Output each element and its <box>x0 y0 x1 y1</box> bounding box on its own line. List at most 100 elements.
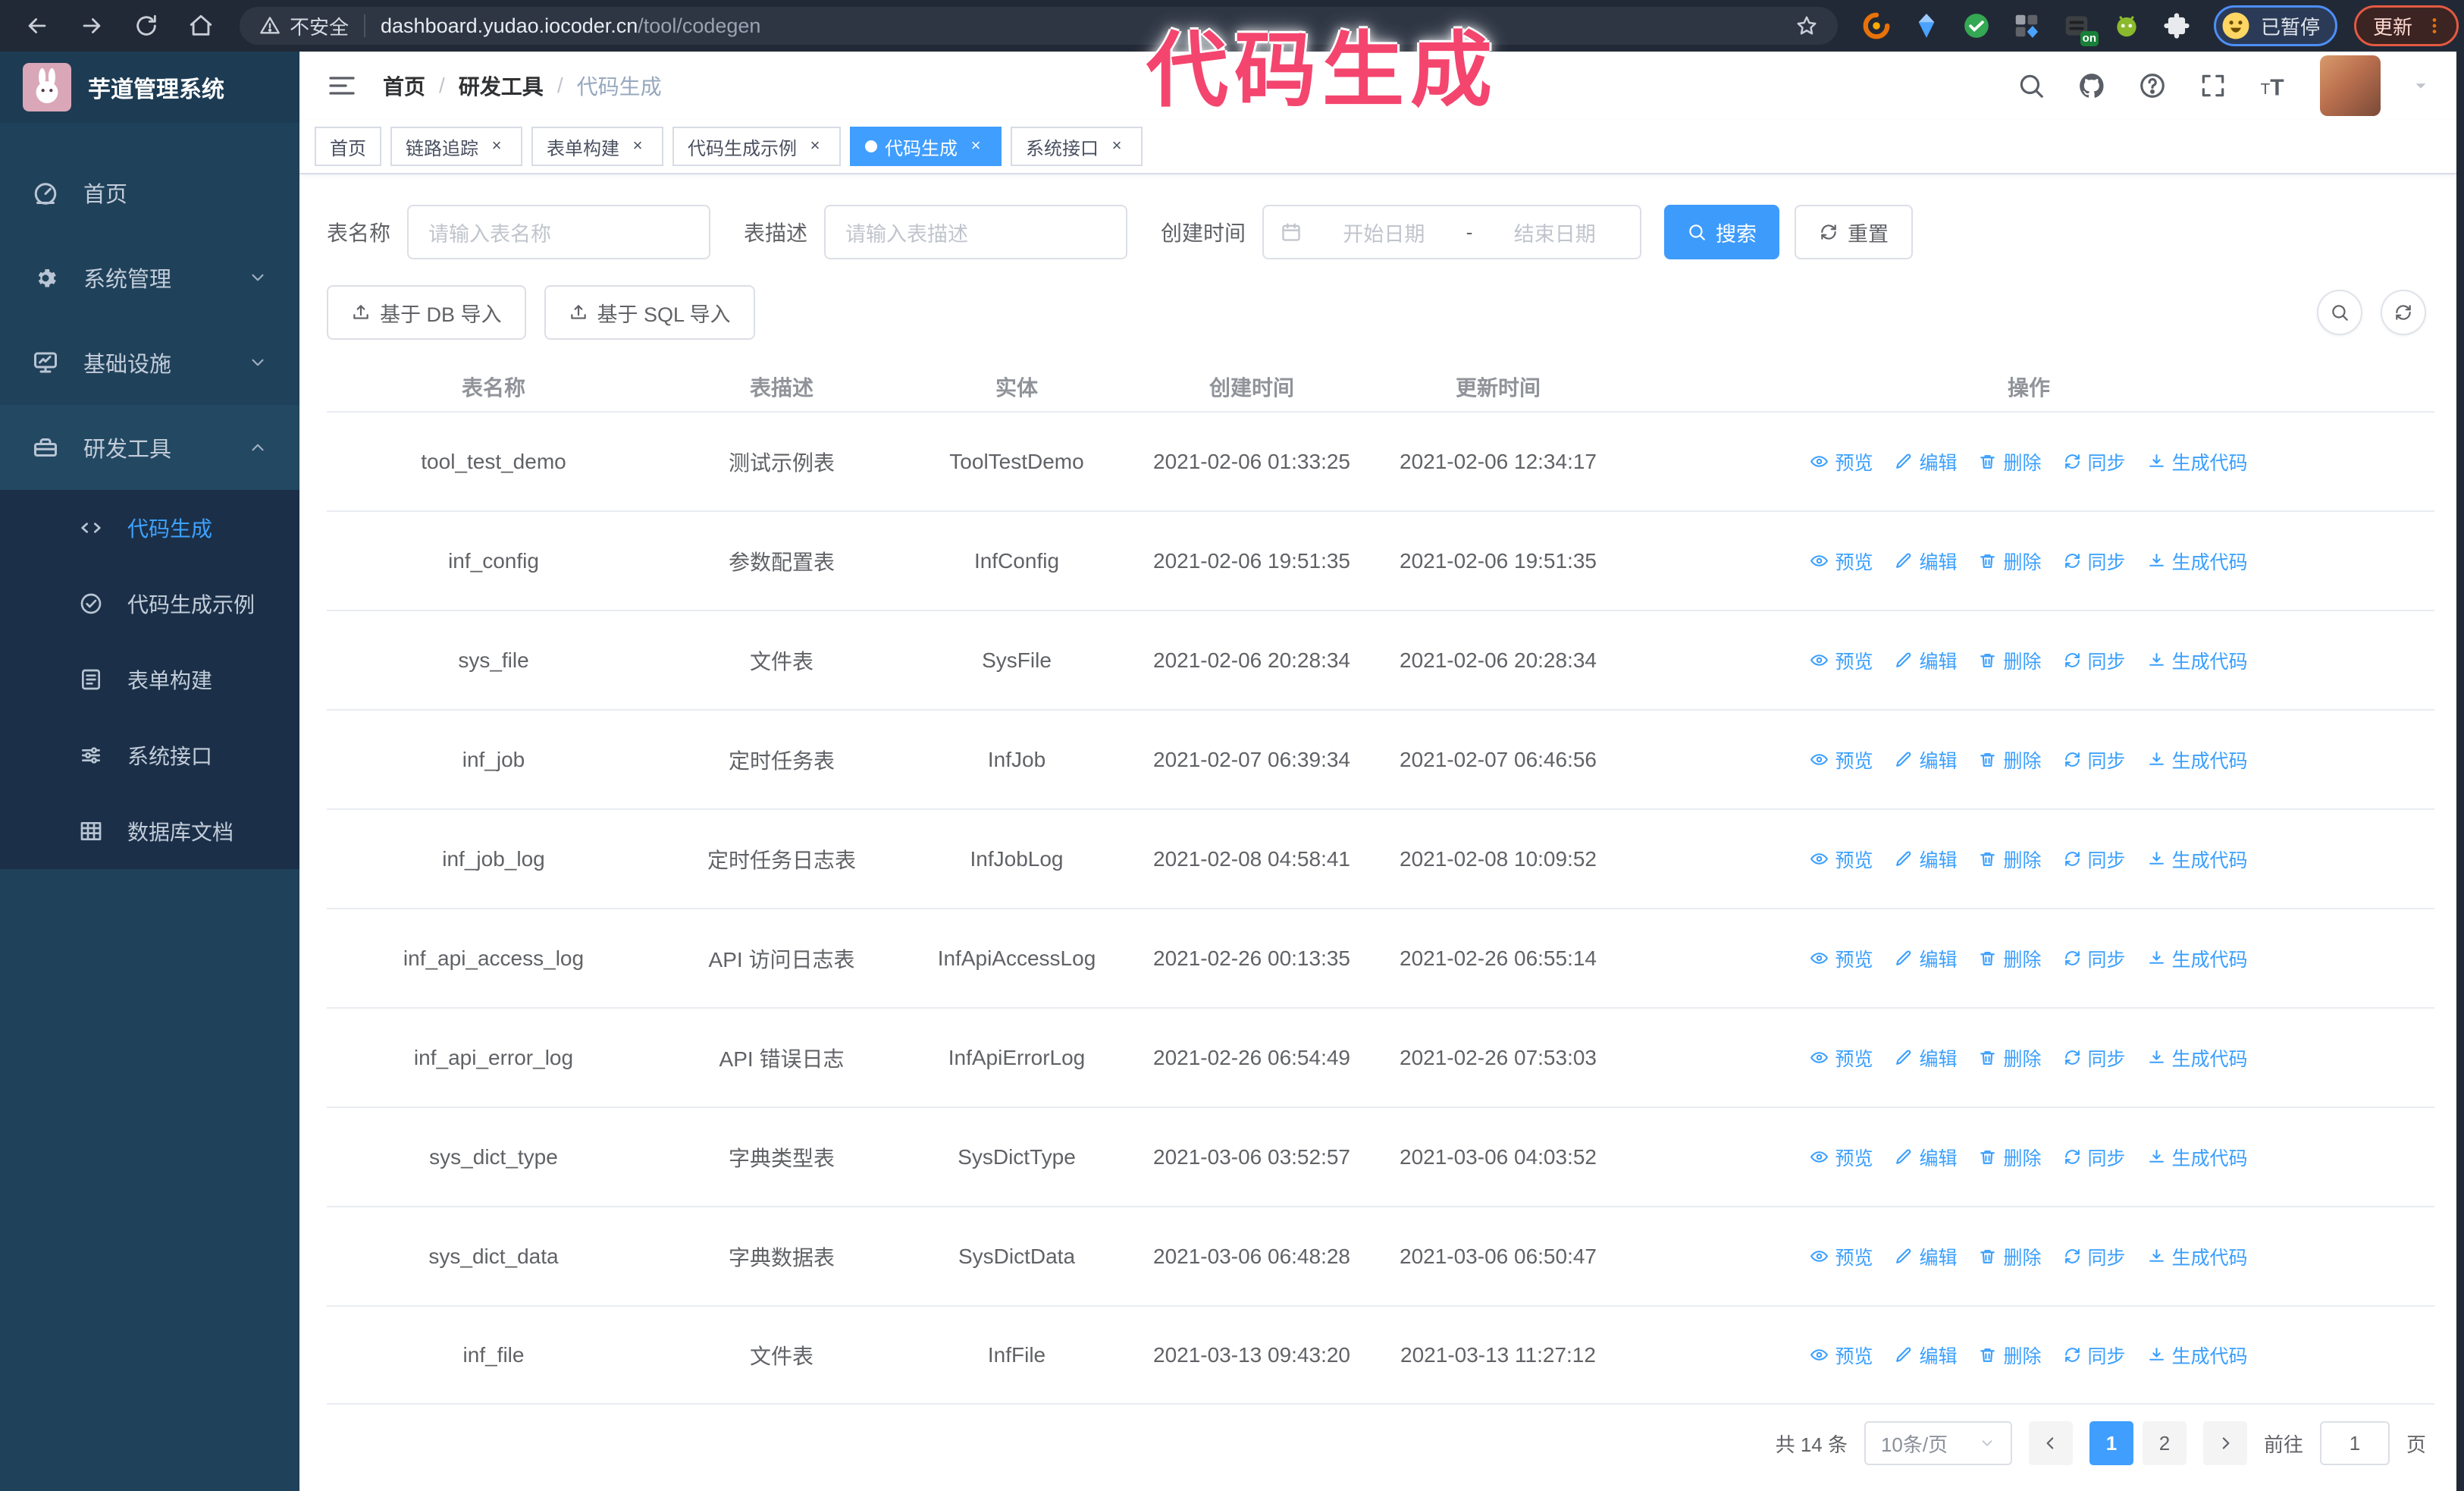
delete-link[interactable]: 删除 <box>1978 1144 2042 1171</box>
delete-link[interactable]: 删除 <box>1978 448 2042 476</box>
generate-code-link[interactable]: 生成代码 <box>2147 846 2248 873</box>
generate-code-link[interactable]: 生成代码 <box>2147 1044 2248 1072</box>
dark-extension-icon[interactable]: on <box>2059 8 2099 46</box>
page-size-select[interactable]: 10条/页 <box>1864 1421 2012 1465</box>
submenu-item-2[interactable]: 表单构建 <box>0 642 299 717</box>
generate-code-link[interactable]: 生成代码 <box>2147 548 2248 575</box>
sync-link[interactable]: 同步 <box>2063 1044 2126 1072</box>
tag-5[interactable]: 系统接口 × <box>1011 127 1143 166</box>
browser-forward-button[interactable] <box>71 5 112 46</box>
close-icon[interactable]: × <box>1106 136 1127 157</box>
preview-link[interactable]: 预览 <box>1810 1342 1873 1369</box>
close-icon[interactable]: × <box>965 136 986 157</box>
edit-link[interactable]: 编辑 <box>1894 1243 1957 1270</box>
sidebar-item-0[interactable]: 首页 <box>0 150 299 235</box>
search-button[interactable]: 搜索 <box>1664 205 1780 259</box>
preview-link[interactable]: 预览 <box>1810 1044 1873 1072</box>
browser-home-button[interactable] <box>180 5 221 46</box>
preview-link[interactable]: 预览 <box>1810 548 1873 575</box>
logo-link[interactable]: 芋道管理系统 <box>0 52 299 123</box>
preview-link[interactable]: 预览 <box>1810 647 1873 674</box>
delete-link[interactable]: 删除 <box>1978 746 2042 774</box>
create-time-range-picker[interactable]: 开始日期 - 结束日期 <box>1262 205 1642 259</box>
goto-page-input[interactable]: 1 <box>2319 1421 2390 1465</box>
preview-link[interactable]: 预览 <box>1810 846 1873 873</box>
page-button-1[interactable]: 1 <box>2089 1421 2133 1465</box>
toggle-search-button[interactable] <box>2317 290 2362 335</box>
submenu-item-3[interactable]: 系统接口 <box>0 717 299 793</box>
edit-link[interactable]: 编辑 <box>1894 647 1957 674</box>
edit-link[interactable]: 编辑 <box>1894 846 1957 873</box>
breadcrumb-tools[interactable]: 研发工具 <box>459 71 544 101</box>
edit-link[interactable]: 编辑 <box>1894 1342 1957 1369</box>
edit-link[interactable]: 编辑 <box>1894 1144 1957 1171</box>
delete-link[interactable]: 删除 <box>1978 1243 2042 1270</box>
submenu-item-0[interactable]: 代码生成 <box>0 490 299 566</box>
bookmark-star-icon[interactable] <box>1795 14 1818 37</box>
preview-link[interactable]: 预览 <box>1810 1243 1873 1270</box>
preview-link[interactable]: 预览 <box>1810 746 1873 774</box>
sidebar-item-2[interactable]: 基础设施 <box>0 320 299 405</box>
sync-link[interactable]: 同步 <box>2063 1243 2126 1270</box>
tag-0[interactable]: 首页 <box>315 127 381 166</box>
delete-link[interactable]: 删除 <box>1978 647 2042 674</box>
close-icon[interactable]: × <box>804 136 826 157</box>
table-desc-input[interactable]: 请输入表描述 <box>824 205 1128 259</box>
refresh-table-button[interactable] <box>2381 290 2426 335</box>
browser-menu-icon[interactable] <box>2425 16 2444 36</box>
orange-swirl-extension-icon[interactable] <box>1859 8 1894 43</box>
green-check-extension-icon[interactable] <box>1959 8 1994 43</box>
generate-code-link[interactable]: 生成代码 <box>2147 1144 2248 1171</box>
tag-4[interactable]: 代码生成 × <box>850 127 1002 166</box>
sidebar-item-3[interactable]: 研发工具 <box>0 405 299 490</box>
edit-link[interactable]: 编辑 <box>1894 548 1957 575</box>
generate-code-link[interactable]: 生成代码 <box>2147 945 2248 972</box>
table-name-input[interactable]: 请输入表名称 <box>407 205 711 259</box>
address-bar[interactable]: 不安全 dashboard.yudao.iocoder.cn/tool/code… <box>240 7 1838 45</box>
grid-extension-icon[interactable] <box>2009 8 2044 43</box>
delete-link[interactable]: 删除 <box>1978 1044 2042 1072</box>
header-search-icon[interactable] <box>2017 71 2045 100</box>
generate-code-link[interactable]: 生成代码 <box>2147 1342 2248 1369</box>
prev-page-button[interactable] <box>2028 1421 2073 1465</box>
sync-link[interactable]: 同步 <box>2063 548 2126 575</box>
delete-link[interactable]: 删除 <box>1978 1342 2042 1369</box>
submenu-item-4[interactable]: 数据库文档 <box>0 793 299 869</box>
sync-link[interactable]: 同步 <box>2063 1144 2126 1171</box>
github-icon[interactable] <box>2077 71 2106 100</box>
scrollbar[interactable] <box>2456 52 2464 1491</box>
edit-link[interactable]: 编辑 <box>1894 945 1957 972</box>
generate-code-link[interactable]: 生成代码 <box>2147 1243 2248 1270</box>
delete-link[interactable]: 删除 <box>1978 548 2042 575</box>
browser-back-button[interactable] <box>17 5 58 46</box>
sync-link[interactable]: 同步 <box>2063 846 2126 873</box>
import-sql-button[interactable]: 基于 SQL 导入 <box>544 285 755 340</box>
sidebar-toggle-button[interactable] <box>327 71 357 101</box>
preview-link[interactable]: 预览 <box>1810 448 1873 476</box>
edit-link[interactable]: 编辑 <box>1894 448 1957 476</box>
tag-1[interactable]: 链路追踪 × <box>390 127 522 166</box>
tag-3[interactable]: 代码生成示例 × <box>672 127 841 166</box>
generate-code-link[interactable]: 生成代码 <box>2147 746 2248 774</box>
close-icon[interactable]: × <box>627 136 648 157</box>
browser-profile-chip[interactable]: 已暂停 <box>2214 5 2338 46</box>
preview-link[interactable]: 预览 <box>1810 945 1873 972</box>
sync-link[interactable]: 同步 <box>2063 448 2126 476</box>
import-db-button[interactable]: 基于 DB 导入 <box>327 285 526 340</box>
page-button-2[interactable]: 2 <box>2142 1421 2187 1465</box>
reset-button[interactable]: 重置 <box>1795 205 1914 259</box>
delete-link[interactable]: 删除 <box>1978 945 2042 972</box>
puzzle-extensions-icon[interactable] <box>2159 8 2194 43</box>
fullscreen-icon[interactable] <box>2199 71 2227 100</box>
close-icon[interactable]: × <box>486 136 507 157</box>
delete-link[interactable]: 删除 <box>1978 846 2042 873</box>
green-bot-extension-icon[interactable] <box>2109 8 2144 43</box>
preview-link[interactable]: 预览 <box>1810 1144 1873 1171</box>
user-avatar[interactable] <box>2320 55 2381 116</box>
sync-link[interactable]: 同步 <box>2063 1342 2126 1369</box>
browser-update-button[interactable]: 更新 <box>2354 5 2459 46</box>
sidebar-item-1[interactable]: 系统管理 <box>0 235 299 320</box>
generate-code-link[interactable]: 生成代码 <box>2147 448 2248 476</box>
submenu-item-1[interactable]: 代码生成示例 <box>0 566 299 642</box>
blue-gem-extension-icon[interactable] <box>1909 8 1944 43</box>
